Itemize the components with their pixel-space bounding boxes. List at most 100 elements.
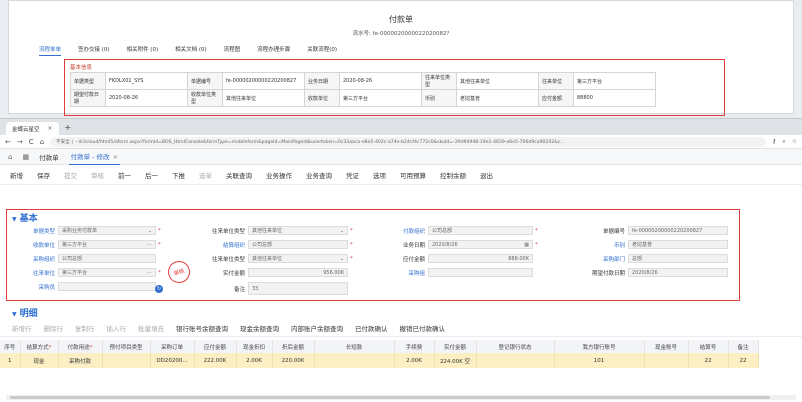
toolbar-button[interactable]: 保存: [37, 170, 50, 180]
table-cell[interactable]: 现金: [20, 353, 59, 368]
column-header[interactable]: 手续费: [394, 340, 435, 353]
toolbar-button[interactable]: 新增: [10, 170, 23, 180]
detail-toolbar-button[interactable]: 现金余额查询: [240, 323, 279, 333]
toolbar-button[interactable]: 控制余额: [440, 170, 466, 180]
reload-icon[interactable]: C: [29, 138, 34, 146]
currency-input[interactable]: 老挝基普: [628, 240, 728, 249]
scrollbar-thumb[interactable]: [10, 396, 770, 399]
table-cell[interactable]: DD20200...: [150, 353, 195, 368]
column-header[interactable]: 长短款: [314, 340, 395, 353]
close-icon[interactable]: ×: [48, 125, 53, 132]
column-header[interactable]: 实付金额: [434, 340, 477, 353]
table-cell[interactable]: 222.00K: [194, 353, 237, 368]
toolbar-button[interactable]: 可用预算: [400, 170, 426, 180]
key-icon[interactable]: ⚷: [772, 138, 776, 145]
remark-input[interactable]: 33: [248, 282, 348, 295]
actual-amount-input[interactable]: 956.00K: [248, 268, 348, 277]
doc-tab[interactable]: 流程图: [224, 45, 241, 56]
purchase-dept-input[interactable]: 总部: [628, 254, 728, 263]
table-cell[interactable]: 2.00K: [236, 353, 273, 368]
doc-tab[interactable]: 相关附件 (0): [127, 45, 159, 56]
table-cell[interactable]: 1: [0, 353, 21, 368]
detail-toolbar-button[interactable]: 内部账户余额查询: [291, 323, 343, 333]
column-header[interactable]: 采购订单: [150, 340, 195, 353]
tab-payment-edit[interactable]: 付款单 - 修改 ×: [68, 148, 121, 165]
detail-toolbar-button[interactable]: 已付款确认: [355, 323, 388, 333]
doc-tab[interactable]: 关联流程(0): [307, 45, 337, 56]
toolbar-button[interactable]: 审核: [91, 170, 104, 180]
column-header[interactable]: 备注: [728, 340, 759, 353]
column-header[interactable]: 现金折扣: [236, 340, 273, 353]
column-header[interactable]: 折后金额: [272, 340, 315, 353]
toolbar-button[interactable]: 后一: [145, 170, 158, 180]
table-cell[interactable]: [476, 353, 555, 368]
browser-tab[interactable]: 金蝶云星空 ×: [6, 122, 59, 135]
bill-no-input[interactable]: fe-00000200000220200827: [628, 226, 728, 235]
doc-tab[interactable]: 流程单单: [39, 45, 62, 56]
payee-input[interactable]: 第三方平台 ⋯: [58, 240, 156, 249]
table-cell[interactable]: 2.00K: [394, 353, 435, 368]
table-cell[interactable]: 101: [554, 353, 645, 368]
purchase-org-input[interactable]: 公司总部: [58, 254, 156, 263]
doc-tab[interactable]: 相关文档 (0): [175, 45, 207, 56]
detail-toolbar-button[interactable]: 新增行: [12, 323, 32, 333]
table-cell[interactable]: [102, 353, 151, 368]
detail-toolbar-button[interactable]: 撤销已付款确认: [400, 323, 446, 333]
detail-toolbar-button[interactable]: 插入行: [107, 323, 127, 333]
payee-type-select[interactable]: 其他往来单位 ⌄: [248, 254, 348, 263]
close-icon[interactable]: ×: [113, 153, 118, 161]
home-icon[interactable]: ⌂: [8, 153, 12, 161]
horizontal-scrollbar[interactable]: [6, 395, 796, 400]
doc-tab[interactable]: 签办交接 (0): [78, 45, 110, 56]
toolbar-button[interactable]: 前一: [118, 170, 131, 180]
column-header[interactable]: 付款用途*: [58, 340, 103, 353]
toolbar-button[interactable]: 业务操作: [266, 170, 292, 180]
detail-toolbar-button[interactable]: 银行账号余额查询: [176, 323, 228, 333]
forward-icon[interactable]: →: [17, 138, 23, 146]
expected-date-input[interactable]: 2020/8/26: [628, 268, 728, 277]
counterparty-type-select[interactable]: 其他往来单位 ⌄: [248, 226, 348, 235]
table-cell[interactable]: [314, 353, 395, 368]
toolbar-button[interactable]: 选单: [199, 170, 212, 180]
toolbar-button[interactable]: 凭证: [346, 170, 359, 180]
toolbar-button[interactable]: 下推: [172, 170, 185, 180]
toolbar-button[interactable]: 关联查询: [226, 170, 252, 180]
info-icon[interactable]: ↻: [155, 285, 163, 293]
new-tab-icon[interactable]: +: [65, 123, 72, 132]
column-header[interactable]: 结算号: [688, 340, 729, 353]
purchaser-input[interactable]: [58, 282, 156, 291]
toolbar-button[interactable]: 业务查询: [306, 170, 332, 180]
settle-org-input[interactable]: 公司总部: [248, 240, 348, 249]
grid-icon[interactable]: ▦: [22, 153, 29, 161]
table-cell[interactable]: 220.00K: [272, 353, 315, 368]
column-header[interactable]: 结算方式*: [20, 340, 59, 353]
purchase-group-input[interactable]: [428, 268, 533, 277]
column-header[interactable]: 我方银行账号: [554, 340, 645, 353]
toolbar-button[interactable]: 选项: [373, 170, 386, 180]
table-cell[interactable]: 224.00K 空: [434, 353, 477, 368]
column-header[interactable]: 序号: [0, 340, 21, 353]
detail-toolbar-button[interactable]: 批量填充: [138, 323, 164, 333]
home-icon[interactable]: ⌂: [40, 138, 44, 146]
tab-payment[interactable]: 付款单: [39, 152, 59, 162]
doc-tab[interactable]: 流程办理步骤: [257, 45, 290, 56]
toolbar-button[interactable]: 退出: [480, 170, 493, 180]
column-header[interactable]: 预付项目类型: [102, 340, 151, 353]
pay-org-input[interactable]: 公司总部: [428, 226, 533, 235]
back-icon[interactable]: ←: [5, 138, 11, 146]
business-date-input[interactable]: 2020/8/26 ▦: [428, 240, 533, 249]
table-cell[interactable]: 22: [688, 353, 729, 368]
detail-toolbar-button[interactable]: 复制行: [75, 323, 95, 333]
url-input[interactable]: 不安全 | ···/k3cloud/html5/dform.aspx?formI…: [50, 136, 766, 147]
toolbar-button[interactable]: 提交: [64, 170, 77, 180]
table-cell[interactable]: 采购付款: [58, 353, 103, 368]
column-header[interactable]: 登记银行状态: [476, 340, 555, 353]
search-icon[interactable]: ⌕: [782, 138, 785, 146]
star-icon[interactable]: ☆: [792, 138, 797, 145]
column-header[interactable]: 现金账号: [644, 340, 689, 353]
counterparty-input[interactable]: 第三方平台 ⋯: [58, 268, 156, 277]
payable-amount-input[interactable]: 888.00K: [428, 254, 533, 263]
section-detail-header[interactable]: ▼ 明细: [12, 306, 38, 319]
column-header[interactable]: 应付金额: [194, 340, 237, 353]
calendar-icon[interactable]: ▦: [524, 242, 529, 248]
